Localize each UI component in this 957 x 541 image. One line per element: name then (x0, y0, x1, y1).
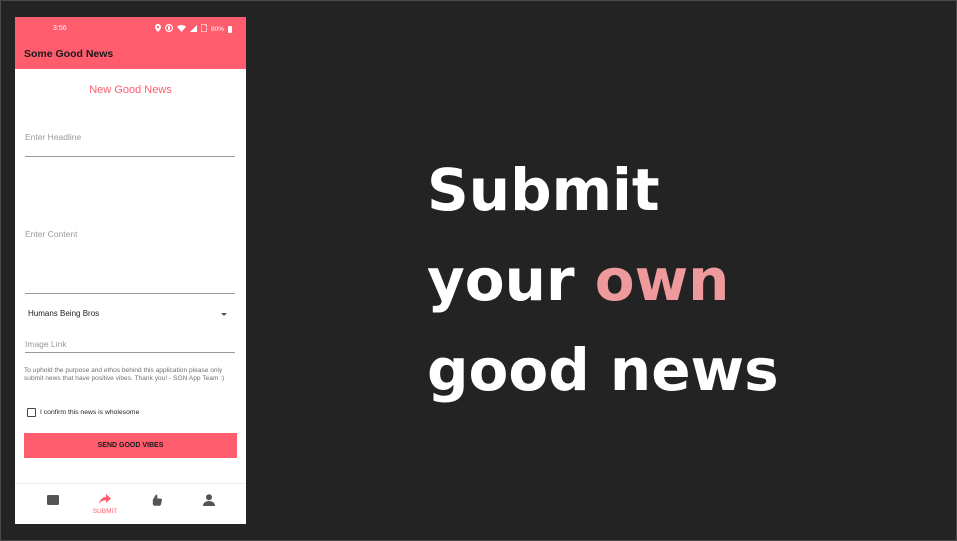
person-icon (203, 494, 215, 506)
share-forward-icon (99, 494, 111, 504)
headline-line-2: your own (427, 235, 779, 325)
caret-down-icon (221, 313, 227, 316)
headline-input-underline (25, 156, 235, 157)
thumb-icon (152, 494, 162, 506)
category-select-value: Humans Being Bros (28, 309, 100, 318)
submission-notice: To uphold the purpose and ethos behind t… (24, 367, 225, 383)
battery-icon (228, 26, 232, 33)
phone-screen: 3:56 80% Some Good News New Good News En… (15, 17, 246, 524)
vibrate-icon (164, 23, 173, 35)
app-bar: 3:56 80% Some Good News (15, 17, 246, 69)
battery-percent: 80% (210, 25, 224, 33)
headline-line-2-prefix: your (427, 246, 595, 314)
content-input[interactable]: Enter Content (25, 229, 77, 239)
image-link-input-underline (25, 352, 235, 353)
send-good-vibes-button[interactable]: SEND GOOD VIBES (24, 433, 237, 458)
bottom-nav: SUBMIT (15, 483, 246, 524)
app-title: Some Good News (24, 48, 114, 60)
nav-item-submit[interactable]: SUBMIT (85, 484, 125, 524)
nav-item-thumb[interactable] (137, 484, 177, 524)
nav-label-submit: SUBMIT (92, 508, 118, 515)
news-icon (47, 495, 59, 505)
headline-line-3: good news (427, 336, 779, 404)
confirm-checkbox[interactable] (27, 408, 36, 417)
form-title: New Good News (89, 84, 172, 96)
nav-item-profile[interactable] (189, 484, 229, 524)
confirm-row[interactable]: I confirm this news is wholesome (27, 408, 139, 417)
nav-item-news[interactable] (33, 484, 73, 524)
signal-icon (189, 24, 197, 35)
headline-input[interactable]: Enter Headline (25, 132, 81, 142)
image-link-input[interactable]: Image Link (25, 339, 67, 349)
category-select[interactable]: Humans Being Bros (25, 307, 235, 321)
wifi-icon (176, 24, 186, 35)
no-sim-icon (200, 23, 208, 35)
status-bar: 3:56 80% (15, 17, 246, 39)
headline-accent-word: own (594, 246, 730, 314)
location-icon (154, 24, 161, 35)
content-input-underline (25, 293, 235, 294)
promo-headline: Submit your own good news (427, 145, 779, 415)
status-icons: 80% (154, 23, 232, 35)
confirm-label: I confirm this news is wholesome (40, 409, 140, 416)
headline-line-1: Submit (427, 156, 660, 224)
status-time: 3:56 (53, 25, 67, 32)
